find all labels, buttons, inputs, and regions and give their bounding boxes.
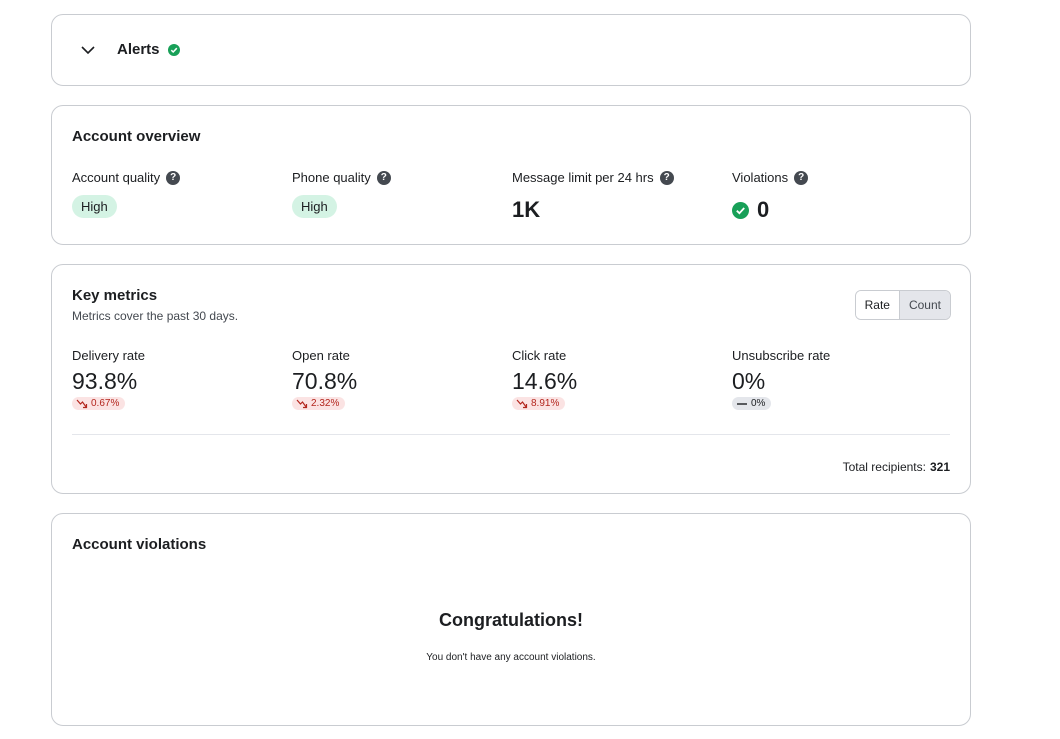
metric-value: 70.8% (292, 368, 358, 394)
violations-value: 0 (757, 197, 770, 222)
check-circle-icon (168, 44, 180, 56)
phone-quality-badge: High (292, 195, 337, 218)
help-icon[interactable]: ? (794, 170, 809, 185)
trend-down-icon (76, 399, 88, 408)
metric-delta-value: 0% (751, 398, 766, 409)
metric-label: Delivery rate (72, 348, 145, 363)
trend-flat-icon (737, 402, 747, 405)
violations-label: Violations (732, 170, 789, 185)
alerts-card: Alerts (51, 14, 971, 86)
message-limit-value: 1K (512, 197, 541, 222)
metric-click-rate: Click rate 14.6% 8.91% (512, 348, 577, 414)
metric-delta-value: 8.91% (531, 398, 560, 409)
metrics-divider (72, 434, 950, 435)
help-icon[interactable]: ? (376, 170, 391, 185)
account-violations-card: Account violations Congratulations! You … (51, 513, 971, 726)
total-recipients: Total recipients: 321 (843, 460, 950, 474)
account-violations-title: Account violations (72, 536, 207, 553)
rate-toggle-button[interactable]: Rate (855, 291, 899, 319)
metric-label: Open rate (292, 348, 350, 363)
metric-delta: 0% (732, 397, 772, 410)
metric-delta-value: 2.32% (311, 398, 340, 409)
metric-value: 93.8% (72, 368, 138, 394)
message-limit-label: Message limit per 24 hrs (512, 170, 654, 185)
account-overview-card: Account overview Account quality ? High … (51, 105, 971, 245)
metric-value: 0% (732, 368, 766, 394)
alerts-title[interactable]: Alerts (117, 41, 160, 58)
count-toggle-button[interactable]: Count (898, 291, 950, 319)
key-metrics-subtitle: Metrics cover the past 30 days. (72, 309, 239, 323)
metric-label: Unsubscribe rate (732, 348, 831, 363)
account-quality-badge: High (72, 195, 117, 218)
metric-value: 14.6% (512, 368, 578, 394)
trend-down-icon (296, 399, 308, 408)
rate-count-toggle: Rate Count (854, 290, 951, 320)
message-limit: Message limit per 24 hrs ? 1K (512, 170, 674, 223)
help-icon[interactable]: ? (659, 170, 674, 185)
metric-delta: 0.67% (72, 397, 126, 410)
congratulations-heading: Congratulations! (439, 610, 583, 630)
total-recipients-value: 321 (929, 460, 950, 474)
key-metrics-card: Key metrics Metrics cover the past 30 da… (51, 264, 971, 494)
metric-delta-value: 0.67% (91, 398, 120, 409)
metric-unsubscribe-rate: Unsubscribe rate 0% 0% (732, 348, 830, 414)
help-icon[interactable]: ? (166, 170, 181, 185)
metric-delta: 8.91% (512, 397, 566, 410)
account-quality: Account quality ? High (72, 170, 181, 218)
violations: Violations ? 0 (732, 170, 809, 223)
trend-down-icon (516, 399, 528, 408)
metric-delivery-rate: Delivery rate 93.8% 0.67% (72, 348, 145, 414)
no-violations-message: You don't have any account violations. (426, 652, 596, 663)
account-overview-title: Account overview (72, 128, 201, 145)
metric-label: Click rate (512, 348, 567, 363)
account-quality-label: Account quality (72, 170, 161, 185)
key-metrics-title: Key metrics (72, 287, 158, 304)
check-circle-icon (732, 201, 749, 219)
total-recipients-label: Total recipients: (842, 460, 926, 474)
chevron-down-icon[interactable] (80, 42, 96, 58)
metric-delta: 2.32% (292, 397, 346, 410)
metric-open-rate: Open rate 70.8% 2.32% (292, 348, 357, 414)
phone-quality-label: Phone quality (292, 170, 371, 185)
phone-quality: Phone quality ? High (292, 170, 391, 218)
